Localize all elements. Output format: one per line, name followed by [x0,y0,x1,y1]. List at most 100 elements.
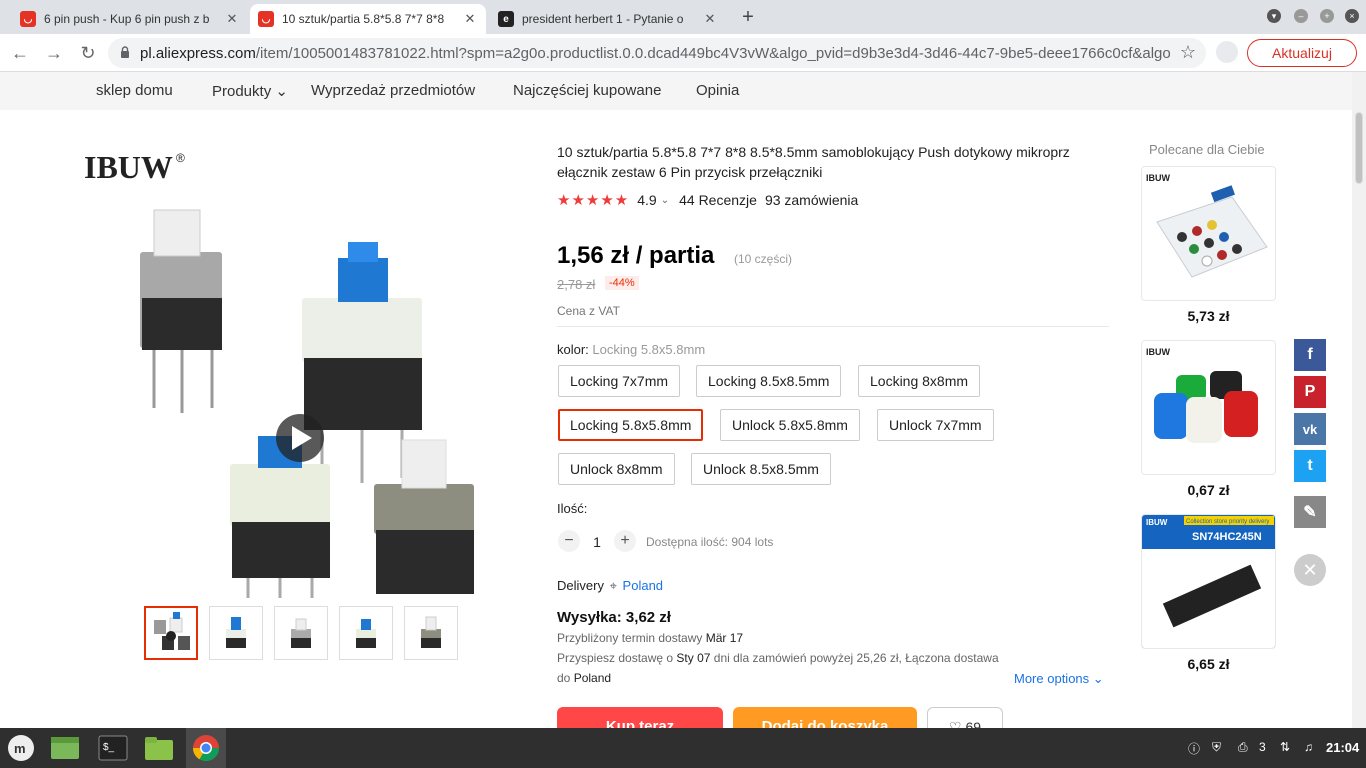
edit-pencil-icon[interactable]: ✎ [1294,496,1326,528]
clock[interactable]: 21:04 [1326,740,1359,755]
thumbnail-3[interactable] [274,606,328,660]
rating-value[interactable]: 4.9 [637,192,656,208]
url-host: pl.aliexpress.com [140,45,256,62]
recommended-item[interactable]: IBUW [1141,166,1276,301]
new-tab-button[interactable]: + [736,6,760,30]
delivery-estimate-date: Mär 17 [705,631,744,645]
tab-search-results[interactable]: ◡ 6 pin push - Kup 6 pin push z b ✕ [12,4,248,34]
printer-count: 3 [1259,740,1266,754]
location-pin-icon: ⌖ [609,578,617,593]
terminal-icon[interactable]: $_ [98,733,128,763]
reload-icon[interactable]: ↻ [76,41,100,65]
update-button[interactable]: Aktualizuj [1247,39,1357,67]
close-tab-icon[interactable]: ✕ [224,11,240,27]
variant-option-selected[interactable]: Locking 5.8x5.8mm [558,409,704,441]
shield-tray-icon[interactable]: ⛨ [1212,740,1221,755]
product-main-image[interactable]: IBUW ® [72,138,528,598]
variant-option[interactable]: Unlock 5.8x5.8mm [720,409,860,441]
minimize-icon[interactable]: – [1294,9,1308,23]
page-scrollbar[interactable] [1352,72,1366,728]
variant-option[interactable]: Unlock 8x8mm [558,453,675,485]
twitter-share-icon[interactable]: t [1294,450,1326,482]
forward-arrow-icon[interactable]: → [42,41,66,65]
scrollbar-thumb[interactable] [1355,112,1363,184]
chevron-down-icon: ⌄ [1092,671,1104,686]
tab-bar: ◡ 6 pin push - Kup 6 pin push z b ✕ ◡ 10… [0,0,1366,34]
recommended-item[interactable]: IBUW Collection store priority delivery … [1141,514,1276,649]
notifications-tray-icon[interactable]: ⓘ [1188,740,1200,757]
sound-tray-icon[interactable]: ♫ [1304,740,1313,754]
show-desktop-icon[interactable] [50,733,80,763]
nav-home[interactable]: sklep domu [96,82,173,99]
variant-option[interactable]: Unlock 8.5x8.5mm [691,453,831,485]
ship-to-country: Poland [573,671,612,685]
divider [557,326,1109,327]
url-path: /item/1005001483781022.html?spm=a2g0o.pr… [255,45,1170,62]
recommended-title: Polecane dla Ciebie [1149,142,1265,157]
chevron-down-icon[interactable]: ⌄ [661,195,669,206]
heart-icon: ♡ [948,719,962,728]
quantity-input[interactable]: 1 [588,534,606,550]
close-tab-icon[interactable]: ✕ [702,11,718,27]
network-tray-icon[interactable]: ⇅ [1280,740,1290,754]
nav-products-label: Produkty [212,83,272,100]
brand-logo: IBUW [1146,173,1170,183]
quantity-increase-button[interactable]: + [614,530,636,552]
brand-logo: IBUW [1146,347,1170,357]
close-window-icon[interactable]: × [1345,9,1359,23]
current-price: 1,56 zł / partia [557,242,715,269]
printer-tray-icon[interactable]: ⎙ [1238,740,1248,755]
profile-avatar-icon[interactable] [1216,41,1238,63]
bookmark-star-icon[interactable]: ☆ [1180,42,1196,63]
available-quantity: Dostępna ilość: 904 lots [646,535,774,549]
nav-reviews[interactable]: Opinia [696,82,739,99]
faster-delivery-date: Sty 07 [676,651,711,665]
svg-text:m: m [14,741,26,756]
maximize-icon[interactable]: + [1320,9,1334,23]
mint-menu-icon[interactable]: m [6,733,36,763]
delivery-country-link[interactable]: Poland [623,578,663,593]
nav-bestsellers[interactable]: Najczęściej kupowane [513,82,661,99]
url-text: pl.aliexpress.com/item/1005001483781022.… [140,45,1170,62]
reviews-link[interactable]: 44 Recenzje [679,192,757,208]
facebook-share-icon[interactable]: f [1294,339,1326,371]
close-tab-icon[interactable]: ✕ [462,11,478,27]
tab-question[interactable]: e president herbert 1 - Pytanie o ✕ [490,4,726,34]
chrome-icon[interactable] [191,733,221,763]
thumbnail-5[interactable] [404,606,458,660]
variant-option[interactable]: Unlock 7x7mm [877,409,994,441]
buy-now-button[interactable]: Kup teraz [557,707,723,728]
selected-color: Locking 5.8x5.8mm [592,342,706,357]
variant-option[interactable]: Locking 7x7mm [558,365,681,397]
rating-row: ★★★★★ 4.9 ⌄ 44 Recenzje 93 zamówienia [557,190,858,210]
e-favicon-icon: e [498,11,514,27]
nav-products[interactable]: Produkty ⌄ [212,82,288,100]
pinterest-share-icon[interactable]: P [1294,376,1326,408]
tab-product[interactable]: ◡ 10 sztuk/partia 5.8*5.8 7*7 8*8 ✕ [250,4,486,34]
thumbnail-2[interactable] [209,606,263,660]
add-to-cart-button[interactable]: Dodaj do koszyka [733,707,917,728]
variant-option[interactable]: Locking 8x8mm [858,365,981,397]
nav-sale[interactable]: Wyprzedaż przedmiotów [311,82,475,99]
banner-text: Collection store priority delivery [1186,519,1269,525]
recommended-item[interactable]: IBUW [1141,340,1276,475]
files-folder-icon[interactable] [144,733,174,763]
vk-share-icon[interactable]: vk [1294,413,1326,445]
address-bar[interactable]: pl.aliexpress.com/item/1005001483781022.… [108,38,1206,68]
lock-icon [121,46,129,58]
thumbnail-4[interactable] [339,606,393,660]
old-price: 2,78 zł [557,277,596,292]
faster-delivery-a: Przyspiesz dostawę o [557,651,674,665]
tab-title: 10 sztuk/partia 5.8*5.8 7*7 8*8 [282,12,445,26]
back-arrow-icon[interactable]: ← [8,41,32,65]
variant-option[interactable]: Locking 8.5x8.5mm [696,365,842,397]
tab-search-icon[interactable]: ▾ [1267,9,1281,23]
more-shipping-options-link[interactable]: More options ⌄ [1014,671,1104,687]
delivery-label: Delivery [557,578,604,593]
chip-label: SN74HC245N [1192,531,1262,543]
ship-to: do Poland [557,671,611,685]
wishlist-button[interactable]: ♡ 69 [927,707,1003,728]
thumbnail-1[interactable] [144,606,198,660]
close-share-icon[interactable]: ✕ [1294,554,1326,586]
quantity-decrease-button[interactable]: − [558,530,580,552]
